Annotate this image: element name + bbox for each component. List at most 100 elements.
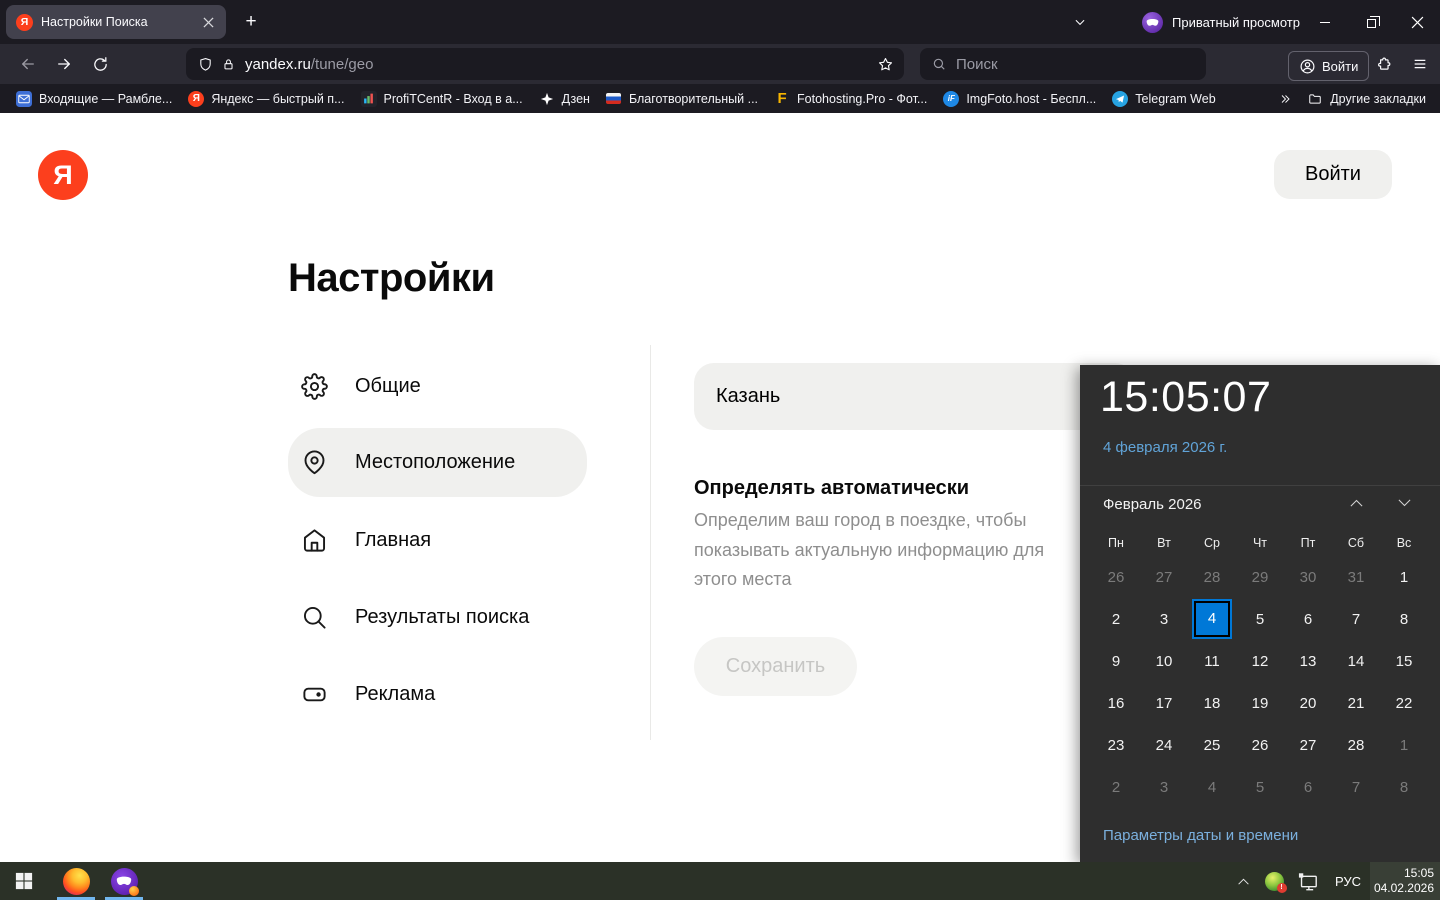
calendar-day[interactable]: 26 (1092, 557, 1140, 599)
calendar-day[interactable]: 20 (1284, 683, 1332, 725)
calendar-day[interactable]: 5 (1236, 599, 1284, 641)
calendar-day[interactable]: 13 (1284, 641, 1332, 683)
sidebar-item-location[interactable]: Местоположение (288, 428, 587, 497)
calendar-day[interactable]: 10 (1140, 641, 1188, 683)
bookmarks-overflow-chevron-icon[interactable] (1271, 87, 1299, 111)
yandex-favicon: Я (16, 13, 33, 31)
calendar-day[interactable]: 3 (1140, 767, 1188, 809)
menu-hamburger-icon[interactable] (1404, 48, 1436, 80)
bookmark-item[interactable]: ProfiTCentR - Вход в а... (353, 87, 531, 111)
private-browsing-badge: Приватный просмотр (1142, 0, 1300, 44)
bookmark-item[interactable]: Благотворительный ... (598, 87, 766, 111)
bookmark-item[interactable]: F Fotohosting.Pro - Фот... (766, 87, 935, 111)
extensions-puzzle-icon[interactable] (1368, 48, 1400, 80)
taskbar-date: 04.02.2026 (1373, 881, 1434, 895)
calendar-day[interactable]: 27 (1284, 725, 1332, 767)
sidebar-item-results[interactable]: Результаты поиска (288, 595, 587, 639)
calendar-day[interactable]: 7 (1332, 599, 1380, 641)
bookmark-item[interactable]: Входящие — Рамбле... (8, 87, 180, 111)
sidebar-item-home[interactable]: Главная (288, 518, 587, 562)
address-bar[interactable]: yandex.ru/tune/geo (186, 48, 904, 80)
calendar-day[interactable]: 1 (1380, 725, 1428, 767)
calendar-day[interactable]: 19 (1236, 683, 1284, 725)
calendar-day[interactable]: 26 (1236, 725, 1284, 767)
sidebar-item-label: Результаты поиска (355, 605, 530, 628)
taskbar-firefox-button[interactable] (56, 862, 96, 900)
new-tab-button[interactable]: + (236, 7, 266, 37)
network-tray-icon[interactable] (1290, 862, 1326, 900)
calendar-day[interactable]: 16 (1092, 683, 1140, 725)
lock-icon[interactable] (222, 57, 235, 72)
window-minimize-button[interactable] (1302, 0, 1348, 44)
clock-date-link[interactable]: 4 февраля 2026 г. (1103, 439, 1227, 456)
calendar-day[interactable]: 18 (1188, 683, 1236, 725)
back-button[interactable] (12, 48, 44, 80)
firefox-signin-button[interactable]: Войти (1288, 51, 1370, 81)
sidebar-item-general[interactable]: Общие (288, 364, 587, 408)
calendar-day[interactable]: 25 (1188, 725, 1236, 767)
taskbar-firefox-private-button[interactable] (104, 862, 144, 900)
antivirus-tray-icon[interactable]: ! (1258, 862, 1290, 900)
calendar-day[interactable]: 8 (1380, 767, 1428, 809)
calendar-day[interactable]: 2 (1092, 599, 1140, 641)
calendar-day[interactable]: 27 (1140, 557, 1188, 599)
forward-button[interactable] (48, 48, 80, 80)
sidebar-item-ads[interactable]: Реклама (288, 672, 587, 716)
calendar-day[interactable]: 28 (1188, 557, 1236, 599)
page-signin-button[interactable]: Войти (1274, 150, 1392, 199)
save-button[interactable]: Сохранить (694, 637, 857, 696)
calendar-day[interactable]: 11 (1188, 641, 1236, 683)
url-domain: yandex.ru (245, 55, 311, 73)
calendar-day[interactable]: 23 (1092, 725, 1140, 767)
calendar-prev-month-chevron-icon[interactable] (1336, 489, 1376, 517)
window-restore-button[interactable] (1348, 0, 1394, 44)
calendar-day[interactable]: 29 (1236, 557, 1284, 599)
calendar-day[interactable]: 31 (1332, 557, 1380, 599)
calendar-day[interactable]: 30 (1284, 557, 1332, 599)
bookmark-item[interactable]: Telegram Web (1104, 87, 1223, 111)
tray-show-hidden-chevron-icon[interactable] (1228, 862, 1258, 900)
calendar-day[interactable]: 6 (1284, 599, 1332, 641)
reload-button[interactable] (84, 48, 116, 80)
yandex-logo[interactable]: Я (38, 150, 88, 200)
toolbar-search[interactable] (920, 48, 1206, 80)
bookmark-item[interactable]: Дзен (531, 87, 598, 111)
bookmark-star-icon[interactable] (877, 56, 894, 73)
calendar-day[interactable]: 12 (1236, 641, 1284, 683)
calendar-day[interactable]: 28 (1332, 725, 1380, 767)
calendar-day[interactable]: 2 (1092, 767, 1140, 809)
calendar-day[interactable]: 21 (1332, 683, 1380, 725)
date-time-settings-link[interactable]: Параметры даты и времени (1103, 827, 1298, 844)
calendar-day[interactable]: 6 (1284, 767, 1332, 809)
calendar-day[interactable]: 1 (1380, 557, 1428, 599)
language-indicator[interactable]: РУС (1326, 862, 1370, 900)
calendar-day[interactable]: 3 (1140, 599, 1188, 641)
calendar-day[interactable]: 24 (1140, 725, 1188, 767)
search-input[interactable] (956, 55, 1176, 73)
tab-list-chevron-icon[interactable] (1064, 6, 1096, 38)
bookmark-item[interactable]: Я Яндекс — быстрый п... (180, 87, 352, 111)
calendar-day[interactable]: 17 (1140, 683, 1188, 725)
other-bookmarks-button[interactable]: Другие закладки (1299, 92, 1430, 106)
bookmark-item[interactable]: iF ImgFoto.host - Беспл... (935, 87, 1104, 111)
calendar-day[interactable]: 7 (1332, 767, 1380, 809)
calendar-day[interactable]: 15 (1380, 641, 1428, 683)
calendar-day[interactable]: 9 (1092, 641, 1140, 683)
calendar-day[interactable]: 14 (1332, 641, 1380, 683)
shield-icon[interactable] (198, 56, 213, 73)
taskbar-clock[interactable]: 15:05 04.02.2026 (1370, 862, 1440, 900)
calendar-day-selected[interactable]: 4 (1188, 599, 1236, 641)
calendar-day[interactable]: 22 (1380, 683, 1428, 725)
start-button[interactable] (0, 862, 48, 900)
browser-tab[interactable]: Я Настройки Поиска (6, 5, 226, 39)
window-close-button[interactable] (1394, 0, 1440, 44)
city-input[interactable] (694, 363, 1135, 430)
calendar-next-month-chevron-icon[interactable] (1384, 489, 1424, 517)
restore-icon (1366, 15, 1380, 28)
calendar-day[interactable]: 4 (1188, 767, 1236, 809)
tab-close-icon[interactable] (198, 12, 218, 32)
calendar-day[interactable]: 8 (1380, 599, 1428, 641)
calendar-day[interactable]: 5 (1236, 767, 1284, 809)
windows-taskbar: ! РУС 15:05 04.02.2026 (0, 862, 1440, 900)
sidebar-item-label: Местоположение (355, 451, 516, 473)
